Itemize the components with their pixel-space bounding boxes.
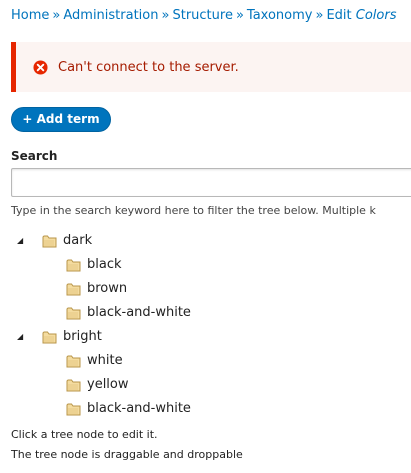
error-alert: Can't connect to the server. bbox=[11, 42, 411, 92]
breadcrumb-home[interactable]: Home bbox=[11, 8, 49, 23]
collapse-toggle-icon[interactable]: ◢ bbox=[17, 232, 29, 250]
tree-node-label: black-and-white bbox=[87, 401, 191, 416]
tree-node-label: brown bbox=[87, 281, 128, 296]
folder-icon bbox=[66, 259, 81, 272]
folder-icon bbox=[42, 235, 57, 248]
breadcrumb-edit-colors[interactable]: Edit Colors bbox=[326, 8, 396, 23]
collapse-toggle-icon[interactable]: ◢ bbox=[17, 328, 29, 346]
folder-icon bbox=[66, 355, 81, 368]
error-message: Can't connect to the server. bbox=[58, 60, 239, 75]
breadcrumb-taxonomy[interactable]: Taxonomy bbox=[247, 8, 313, 23]
tree-node-label: black bbox=[87, 257, 122, 272]
folder-icon bbox=[66, 379, 81, 392]
search-input[interactable] bbox=[11, 168, 411, 197]
folder-icon bbox=[66, 403, 81, 416]
folder-icon bbox=[66, 307, 81, 320]
tree-node-label: dark bbox=[63, 233, 93, 248]
breadcrumb-administration[interactable]: Administration bbox=[63, 8, 158, 23]
breadcrumb: Home» Administration» Structure» Taxonomy» E… bbox=[11, 8, 397, 23]
breadcrumb-structure[interactable]: Structure bbox=[172, 8, 232, 23]
breadcrumb-separator: » bbox=[161, 8, 170, 23]
tree-node-label: black-and-white bbox=[87, 305, 191, 320]
breadcrumb-current-prefix: Edit bbox=[326, 8, 352, 23]
tree-node-label: yellow bbox=[87, 377, 129, 392]
breadcrumb-separator: » bbox=[315, 8, 324, 23]
add-term-button[interactable]: + Add term bbox=[11, 107, 111, 132]
breadcrumb-separator: » bbox=[235, 8, 244, 23]
tree-node-label: white bbox=[87, 353, 123, 368]
tree-dnd-hint: The tree node is draggable and droppable bbox=[11, 448, 243, 461]
search-help-text: Type in the search keyword here to filte… bbox=[11, 204, 376, 217]
breadcrumb-separator: » bbox=[52, 8, 61, 23]
tree-node-label: bright bbox=[63, 329, 102, 344]
breadcrumb-current-name: Colors bbox=[355, 8, 397, 23]
search-label: Search bbox=[11, 149, 58, 163]
tree-edit-hint: Click a tree node to edit it. bbox=[11, 428, 158, 441]
error-icon bbox=[33, 60, 48, 75]
folder-icon bbox=[42, 331, 57, 344]
folder-icon bbox=[66, 283, 81, 296]
